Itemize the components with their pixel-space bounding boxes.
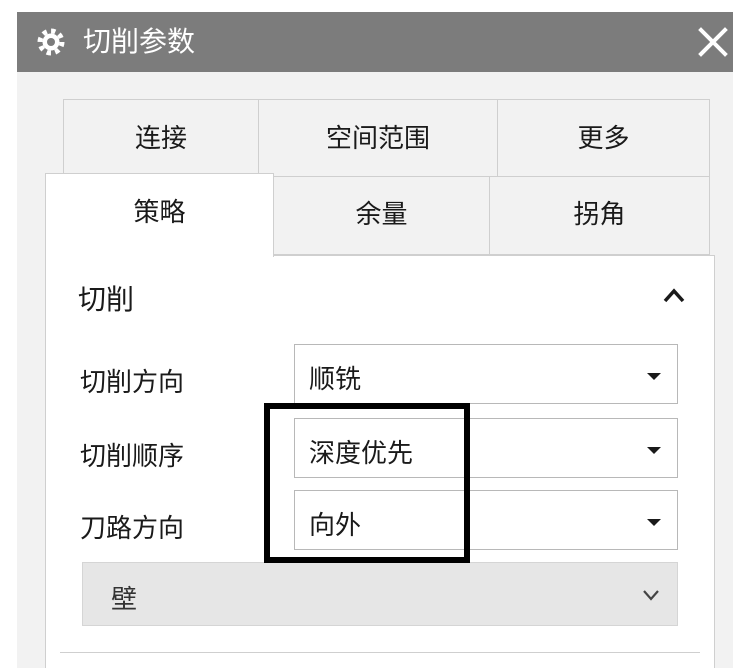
dropdown-arrow-icon [647, 447, 661, 454]
tab-label: 拐角 [573, 200, 626, 230]
dropdown-arrow-icon [647, 519, 661, 526]
chevron-up-icon[interactable] [660, 282, 688, 310]
chevron-down-icon [643, 590, 659, 601]
wall-section-title: 壁 [111, 585, 138, 615]
tab-label: 空间范围 [325, 124, 430, 154]
tool-path-direction-select[interactable]: 向外 [294, 490, 678, 550]
tab-label: 策略 [133, 198, 186, 228]
tab-more[interactable]: 更多 [497, 99, 710, 177]
tab-stock[interactable]: 余量 [273, 176, 490, 255]
tab-space-range[interactable]: 空间范围 [258, 99, 498, 177]
cut-direction-select[interactable]: 顺铣 [294, 344, 678, 404]
close-icon [698, 27, 728, 57]
tab-label: 连接 [134, 124, 187, 154]
tool-path-direction-label: 刀路方向 [80, 514, 185, 544]
cut-order-select[interactable]: 深度优先 [294, 418, 678, 478]
dialog-titlebar: 切削参数 [17, 12, 733, 72]
tab-corner[interactable]: 拐角 [489, 176, 710, 255]
close-button[interactable] [693, 22, 733, 62]
cut-direction-value: 顺铣 [309, 365, 362, 395]
wall-section-header[interactable]: 壁 [82, 562, 678, 626]
cut-order-value: 深度优先 [309, 439, 414, 469]
section-divider [60, 652, 700, 653]
tab-connect[interactable]: 连接 [63, 99, 259, 177]
gear-icon [37, 28, 65, 56]
cut-direction-label: 切削方向 [80, 368, 185, 398]
cut-group-title: 切削 [78, 283, 135, 316]
tab-label: 余量 [355, 200, 408, 230]
cut-order-label: 切削顺序 [80, 442, 185, 472]
tab-label: 更多 [577, 124, 630, 154]
tab-strategy[interactable]: 策略 [45, 173, 274, 257]
dropdown-arrow-icon [647, 373, 661, 380]
dialog-title: 切削参数 [83, 25, 196, 58]
tool-path-direction-value: 向外 [309, 511, 362, 541]
